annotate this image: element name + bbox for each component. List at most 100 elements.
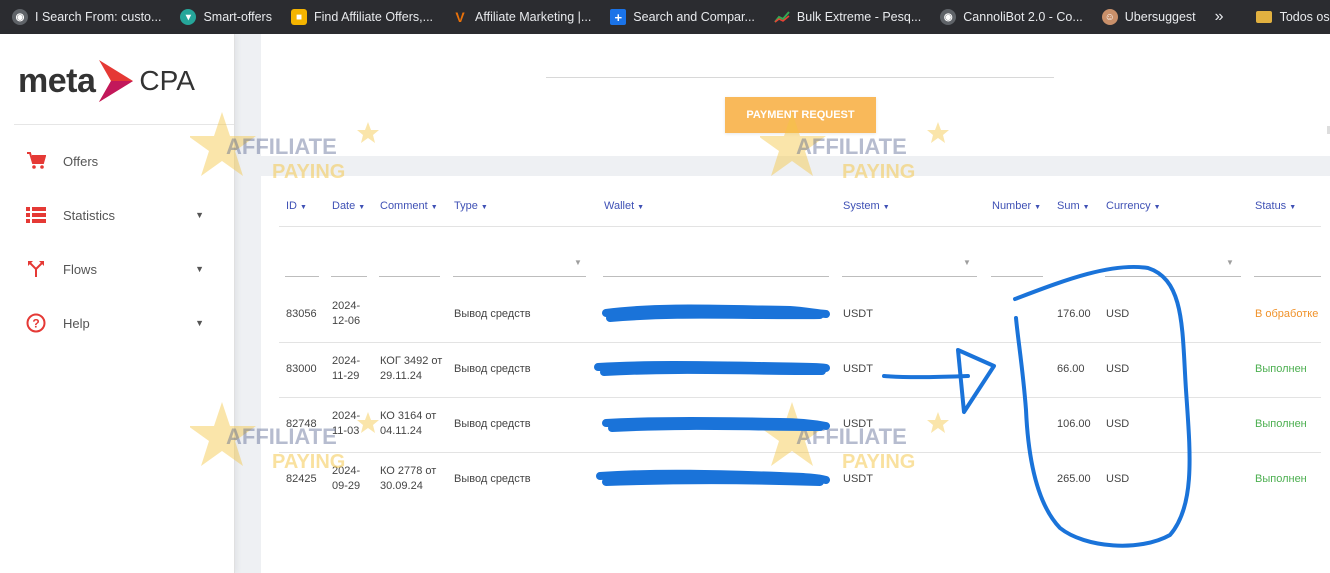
v-logo-icon: V xyxy=(455,9,465,25)
logo-meta-text: meta xyxy=(18,61,96,100)
sidebar-item-offers[interactable]: Offers xyxy=(24,149,204,173)
bookmark-label: Affiliate Marketing |... xyxy=(475,10,592,24)
sidebar-item-flows[interactable]: Flows ▼ xyxy=(24,257,204,281)
cell-id: 83056 xyxy=(286,308,317,320)
column-header-number[interactable]: Number ▼ xyxy=(992,200,1041,212)
cell-sum: 66.00 xyxy=(1057,363,1085,375)
sort-arrow-icon: ▼ xyxy=(430,204,438,211)
chevron-down-icon: ▼ xyxy=(195,318,204,328)
filter-type-select[interactable] xyxy=(453,276,586,277)
folder-label: Todos os favo xyxy=(1279,10,1330,24)
sort-arrow-icon: ▼ xyxy=(1034,204,1042,211)
list-icon xyxy=(24,205,48,225)
more-bookmarks-button[interactable]: » xyxy=(1203,8,1236,26)
bookmarks-bar: ◉ I Search From: custo... ▾ Smart-offers… xyxy=(0,0,1330,34)
bookmark-1[interactable]: ◉ I Search From: custo... xyxy=(0,0,168,34)
column-header-currency[interactable]: Currency ▼ xyxy=(1106,200,1161,212)
chart-icon xyxy=(774,9,790,25)
bookmark-7[interactable]: ◉ CannoliBot 2.0 - Co... xyxy=(928,0,1090,34)
bookmark-3[interactable]: ■ Find Affiliate Offers,... xyxy=(279,0,440,34)
cell-type: Вывод средств xyxy=(454,308,531,320)
cell-currency: USD xyxy=(1106,308,1130,320)
svg-text:?: ? xyxy=(32,317,39,331)
cell-type: Вывод средств xyxy=(454,418,531,430)
status-badge: Выполнен xyxy=(1255,363,1307,375)
header-divider xyxy=(279,226,1321,227)
column-header-system[interactable]: System ▼ xyxy=(843,200,890,212)
logo-cpa-text: CPA xyxy=(139,65,195,96)
bookmark-label: Ubersuggest xyxy=(1124,10,1196,24)
sidebar-item-statistics[interactable]: Statistics ▼ xyxy=(24,203,204,227)
bookmark-4[interactable]: V Affiliate Marketing |... xyxy=(440,0,598,34)
bookmark-label: Find Affiliate Offers,... xyxy=(313,10,434,24)
logo-arrow-icon xyxy=(99,60,134,102)
watermark-text-1: AFFILIATE xyxy=(226,134,337,159)
filter-number-input[interactable] xyxy=(991,276,1043,277)
sidebar-item-help[interactable]: ? Help ▼ xyxy=(24,311,204,335)
cell-system: USDT xyxy=(843,308,873,320)
cell-type: Вывод средств xyxy=(454,473,531,485)
metacpa-logo[interactable]: meta CPA xyxy=(18,56,195,106)
plus-icon: + xyxy=(610,9,627,25)
filter-id-input[interactable] xyxy=(285,276,319,277)
sort-arrow-icon: ▼ xyxy=(1082,204,1090,211)
dropdown-caret-icon: ▼ xyxy=(1226,258,1234,267)
watermark-text-2: PAYING xyxy=(842,161,915,183)
column-header-wallet[interactable]: Wallet ▼ xyxy=(604,200,644,212)
filter-status-input[interactable] xyxy=(1254,276,1321,277)
bookmark-8[interactable]: ☺ Ubersuggest xyxy=(1090,0,1203,34)
globe-icon: ◉ xyxy=(12,9,28,25)
sidebar-item-label: Help xyxy=(63,315,90,331)
filter-comment-input[interactable] xyxy=(379,276,440,277)
cell-date: 2024-11-29 xyxy=(332,355,361,382)
bookmark-6[interactable]: Bulk Extreme - Pesq... xyxy=(762,0,928,34)
sort-arrow-icon: ▼ xyxy=(882,204,890,211)
sidebar-item-label: Flows xyxy=(63,261,97,277)
affiliate-paying-watermark: AFFILIATE PAYING xyxy=(760,402,949,473)
globe-icon: ◉ xyxy=(940,9,957,25)
filter-date-input[interactable] xyxy=(331,276,367,277)
folder-icon xyxy=(1255,11,1272,23)
cart-icon xyxy=(24,151,48,171)
cell-currency: USD xyxy=(1106,473,1130,485)
watermark-text-2: PAYING xyxy=(272,161,345,183)
column-header-id[interactable]: ID ▼ xyxy=(286,200,307,212)
filter-currency-select[interactable] xyxy=(1105,276,1241,277)
watermark-text-1: AFFILIATE xyxy=(226,424,337,449)
column-header-status[interactable]: Status ▼ xyxy=(1255,200,1296,212)
sort-arrow-icon: ▼ xyxy=(1153,204,1161,211)
chevron-down-icon: ▼ xyxy=(195,210,204,220)
column-header-sum[interactable]: Sum ▼ xyxy=(1057,200,1090,212)
cell-sum: 176.00 xyxy=(1057,308,1091,320)
filter-wallet-input[interactable] xyxy=(603,276,829,277)
sort-arrow-icon: ▼ xyxy=(300,204,307,211)
cell-date: 2024-12-06 xyxy=(332,300,361,327)
column-header-type[interactable]: Type ▼ xyxy=(454,200,488,212)
status-badge: В обработке xyxy=(1255,308,1319,320)
dropdown-caret-icon: ▼ xyxy=(963,258,971,267)
sort-arrow-icon: ▼ xyxy=(480,204,488,211)
column-header-date[interactable]: Date ▼ xyxy=(332,200,365,212)
cell-system: USDT xyxy=(843,363,873,375)
watermark-text-2: PAYING xyxy=(272,451,345,473)
affiliate-paying-watermark: AFFILIATE PAYING xyxy=(190,112,379,183)
cell-id: 83000 xyxy=(286,363,317,375)
all-bookmarks-folder[interactable]: Todos os favo xyxy=(1252,0,1330,34)
cell-type: Вывод средств xyxy=(454,363,531,375)
row-divider xyxy=(279,397,1321,398)
filter-system-select[interactable] xyxy=(842,276,977,277)
bookmark-label: Search and Compar... xyxy=(633,10,755,24)
shirt-icon: ▾ xyxy=(180,9,197,25)
status-badge: Выполнен xyxy=(1255,418,1307,430)
bookmark-5[interactable]: + Search and Compar... xyxy=(598,0,762,34)
sort-arrow-icon: ▼ xyxy=(1289,204,1297,211)
input-underline xyxy=(546,77,1054,78)
split-icon xyxy=(24,259,48,279)
watermark-text-1: AFFILIATE xyxy=(796,134,907,159)
affiliate-paying-watermark: AFFILIATE PAYING xyxy=(190,402,379,473)
column-header-comment[interactable]: Comment ▼ xyxy=(380,200,438,212)
help-icon: ? xyxy=(24,313,48,333)
affiliate-paying-watermark: AFFILIATE PAYING xyxy=(760,112,949,183)
bookmark-2[interactable]: ▾ Smart-offers xyxy=(168,0,279,34)
bookmark-label: CannoliBot 2.0 - Co... xyxy=(963,10,1083,24)
